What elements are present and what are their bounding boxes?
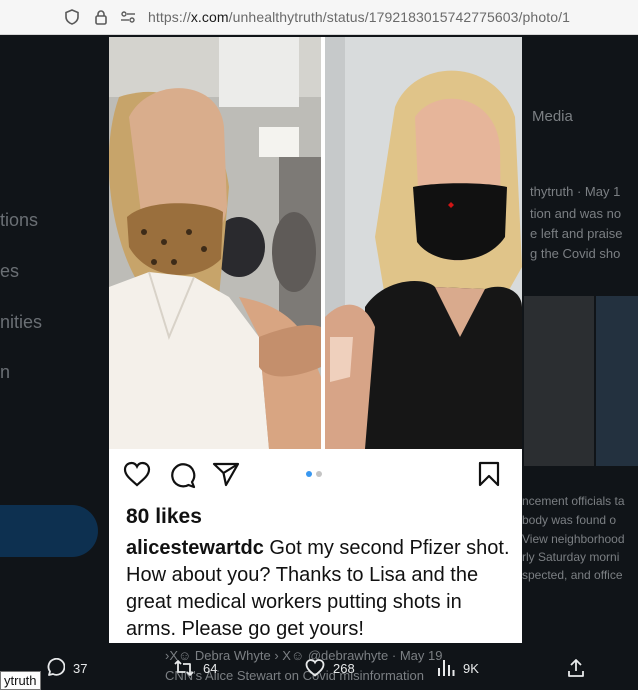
- carousel-dot[interactable]: [316, 471, 322, 477]
- url-path: /unhealthytruth/status/17921830157427756…: [228, 9, 570, 25]
- reply-count: 37: [73, 660, 88, 676]
- heart-icon[interactable]: [123, 461, 151, 487]
- lock-icon[interactable]: [93, 9, 109, 25]
- reply-button[interactable]: 37: [45, 658, 87, 678]
- bg-line: View neighborhood: [522, 532, 625, 546]
- bookmark-icon[interactable]: [477, 461, 501, 487]
- permissions-icon[interactable]: [120, 9, 136, 25]
- nav-fragment: tions: [0, 210, 39, 230]
- carousel-dot-active[interactable]: [306, 471, 312, 477]
- bg-thumbnail: [524, 296, 594, 466]
- photo-right: [325, 37, 522, 449]
- like-icon: [305, 659, 325, 677]
- likes-count[interactable]: 80 likes: [126, 505, 202, 529]
- bg-line: rly Saturday morni: [522, 550, 620, 564]
- url-domain: x.com: [190, 9, 229, 25]
- post-actions: [109, 449, 522, 493]
- bg-line: thytruth · May 1: [530, 184, 621, 199]
- url-text[interactable]: https://x.com/unhealthytruth/status/1792…: [148, 9, 570, 25]
- photo-card[interactable]: 80 likes alicestewartdc Got my second Pf…: [109, 37, 522, 643]
- bg-line: g the Covid sho: [530, 246, 621, 261]
- views-icon: [438, 660, 455, 676]
- bg-line: tion and was no: [530, 206, 622, 221]
- bg-thumbnail: [596, 296, 638, 466]
- post-button-backdrop: [0, 505, 98, 557]
- bg-line: body was found o: [522, 513, 617, 527]
- views-button[interactable]: 9K: [437, 658, 479, 678]
- repost-count: 64: [203, 660, 218, 676]
- url-scheme: https://: [148, 9, 191, 25]
- like-count: 268: [333, 660, 355, 676]
- bg-media-heading: Media: [532, 108, 573, 125]
- repost-icon: [174, 660, 194, 676]
- bg-line: ncement officials ta: [522, 494, 625, 508]
- nav-fragment: es: [0, 261, 20, 281]
- nav-fragment: n: [0, 362, 11, 382]
- photo-right-image: [325, 37, 522, 449]
- share-button[interactable]: [566, 658, 594, 678]
- bg-line: spected, and office: [522, 568, 623, 582]
- send-icon[interactable]: [212, 461, 240, 487]
- views-count: 9K: [463, 660, 479, 676]
- bg-line: e left and praise: [530, 226, 623, 241]
- post-caption: alicestewartdc Got my second Pfizer shot…: [126, 535, 511, 643]
- link-tooltip: ytruth: [0, 671, 41, 690]
- share-icon: [568, 659, 584, 677]
- like-button[interactable]: 268: [305, 658, 355, 678]
- reply-icon: [47, 658, 65, 676]
- caption-username[interactable]: alicestewartdc: [126, 537, 264, 559]
- tweet-action-bar: 37 64 268 9K: [0, 644, 638, 688]
- photo-collage: [109, 37, 522, 449]
- nav-fragment: nities: [0, 312, 43, 332]
- comment-icon[interactable]: [168, 461, 196, 489]
- repost-button[interactable]: 64: [173, 658, 217, 678]
- photo-left: [109, 37, 321, 449]
- address-bar[interactable]: https://x.com/unhealthytruth/status/1792…: [0, 0, 638, 35]
- shield-icon[interactable]: [64, 9, 80, 25]
- photo-left-image: [109, 37, 321, 449]
